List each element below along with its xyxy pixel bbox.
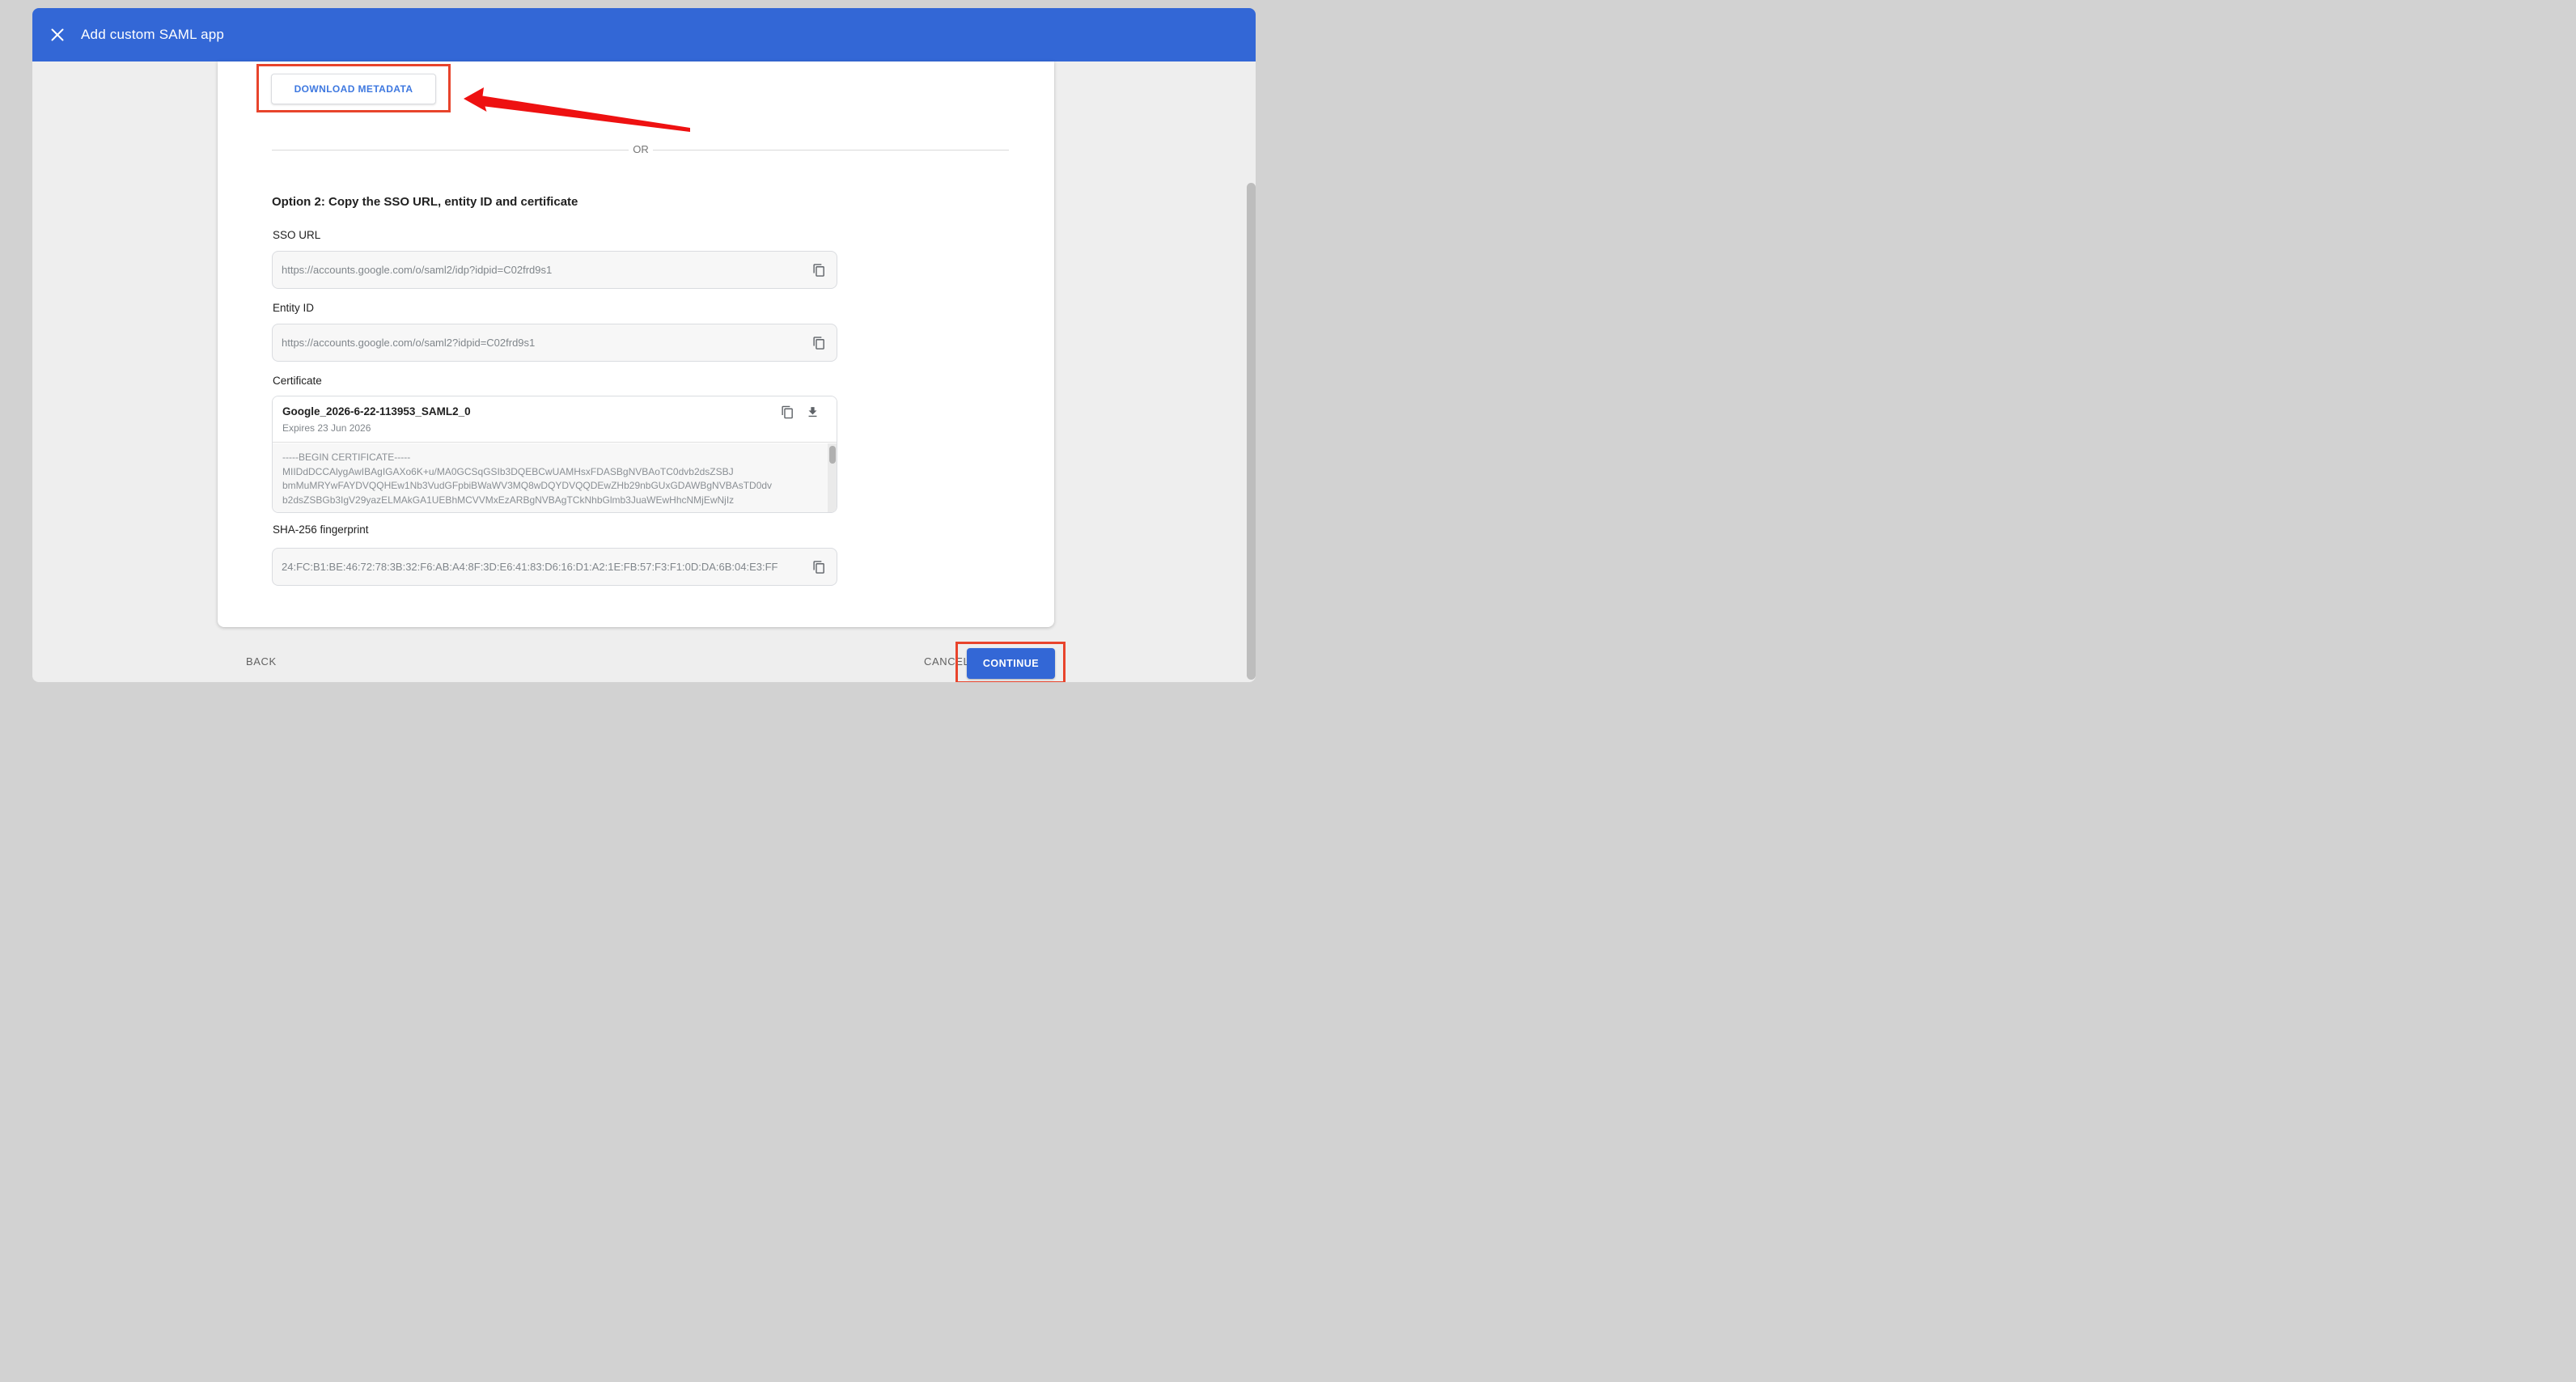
certificate-line: b2dsZSBGb3IgV29yazELMAkGA1UEBhMCVVMxEzAR… [282,494,819,508]
certificate-scrollbar-track[interactable] [828,443,837,513]
certificate-expiry: Expires 23 Jun 2026 [282,422,371,434]
dialog-viewport: Add custom SAML app DOWNLOAD METADATA OR… [32,8,1256,682]
sha256-value: 24:FC:B1:BE:46:72:78:3B:32:F6:AB:A4:8F:3… [282,561,778,573]
sso-url-field: https://accounts.google.com/o/saml2/idp?… [272,251,837,289]
certificate-line: bmMuMRYwFAYDVQQHEw1Nb3VudGFpbiBWaWV3MQ8w… [282,479,819,494]
dialog-header: Add custom SAML app [32,8,1256,61]
close-icon [51,28,64,41]
certificate-label: Certificate [273,375,322,387]
sha256-field: 24:FC:B1:BE:46:72:78:3B:32:F6:AB:A4:8F:3… [272,548,837,586]
copy-icon[interactable] [812,263,826,277]
certificate-line: -----BEGIN CERTIFICATE----- [282,451,819,465]
page-scrollbar-thumb[interactable] [1247,183,1256,680]
sso-url-value: https://accounts.google.com/o/saml2/idp?… [282,264,552,276]
back-button[interactable]: BACK [246,655,277,668]
sso-url-label: SSO URL [273,229,320,241]
dialog-title: Add custom SAML app [81,8,224,61]
certificate-name: Google_2026-6-22-113953_SAML2_0 [282,405,471,418]
certificate-body[interactable]: -----BEGIN CERTIFICATE----- MIIDdDCCAlyg… [273,443,837,513]
copy-icon[interactable] [812,560,826,574]
certificate-card: Google_2026-6-22-113953_SAML2_0 Expires … [272,396,837,513]
cancel-button[interactable]: CANCEL [924,655,969,668]
download-icon[interactable] [806,405,820,419]
copy-icon[interactable] [781,405,794,419]
close-button[interactable] [50,28,65,42]
option2-heading: Option 2: Copy the SSO URL, entity ID an… [272,195,578,209]
entity-id-value: https://accounts.google.com/o/saml2?idpi… [282,337,535,349]
certificate-card-header: Google_2026-6-22-113953_SAML2_0 Expires … [273,396,837,443]
certificate-scrollbar-thumb[interactable] [829,446,836,464]
certificate-line: MIIDdDCCAlygAwIBAgIGAXo6K+u/MA0GCSqGSIb3… [282,465,819,480]
entity-id-field: https://accounts.google.com/o/saml2?idpi… [272,324,837,362]
copy-icon[interactable] [812,336,826,350]
download-metadata-button[interactable]: DOWNLOAD METADATA [271,74,436,104]
entity-id-label: Entity ID [273,302,314,314]
continue-button[interactable]: CONTINUE [967,648,1055,679]
divider-or-label: OR [629,143,653,155]
content-card: DOWNLOAD METADATA OR Option 2: Copy the … [218,61,1054,627]
sha256-label: SHA-256 fingerprint [273,524,369,536]
